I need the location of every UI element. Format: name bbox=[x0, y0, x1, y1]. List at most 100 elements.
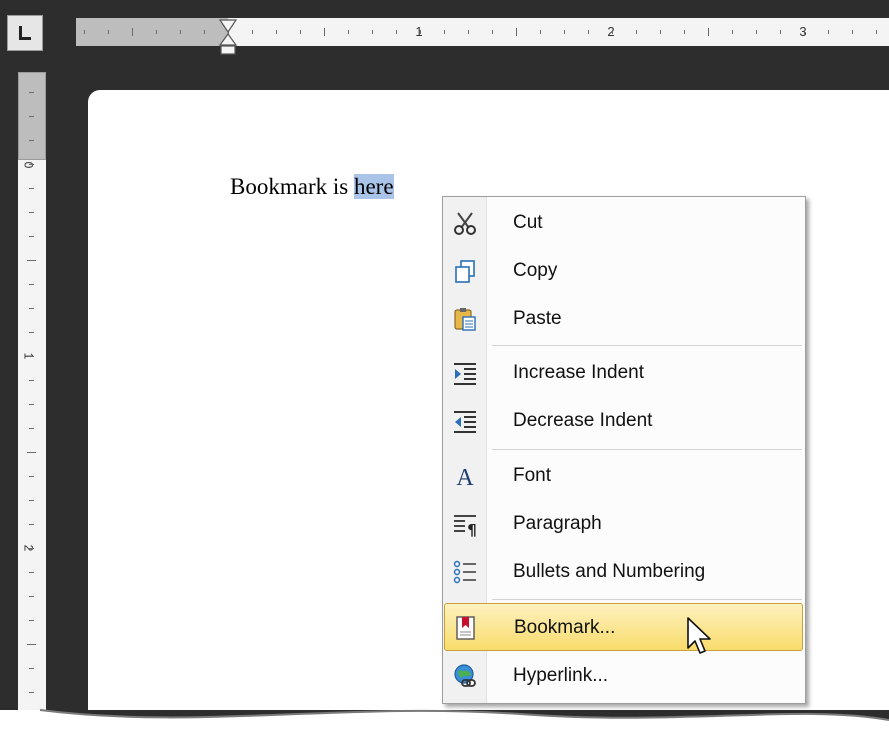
ruler-tick bbox=[492, 30, 493, 34]
ruler-tick bbox=[27, 452, 36, 453]
ruler-tick bbox=[444, 30, 445, 34]
svg-text:A: A bbox=[456, 465, 474, 489]
ruler-tick bbox=[468, 30, 469, 34]
menu-item-paste[interactable]: Paste bbox=[444, 295, 804, 343]
page-torn-edge bbox=[0, 709, 889, 741]
ruler-tick bbox=[29, 188, 34, 189]
indent-marker-icon[interactable] bbox=[218, 18, 238, 56]
increase-indent-icon bbox=[452, 360, 478, 386]
context-menu: Cut Copy Paste Increase Indent Decrease … bbox=[442, 196, 806, 704]
ruler-tick bbox=[852, 30, 853, 34]
ruler-tick bbox=[324, 28, 325, 36]
menu-item-paragraph[interactable]: ¶ Paragraph bbox=[444, 500, 804, 548]
menu-item-label: Bullets and Numbering bbox=[513, 561, 706, 582]
ruler-number: 1 bbox=[415, 24, 423, 39]
hyperlink-icon bbox=[452, 663, 478, 689]
ruler-tick bbox=[636, 30, 637, 34]
ruler-tick bbox=[29, 404, 34, 405]
ruler-tick bbox=[29, 140, 34, 141]
ruler-number: 2 bbox=[607, 24, 615, 39]
menu-item-font[interactable]: A Font bbox=[444, 452, 804, 500]
ruler-tick bbox=[29, 164, 34, 165]
mouse-pointer-icon bbox=[687, 617, 711, 654]
menu-item-cut[interactable]: Cut bbox=[444, 199, 804, 247]
ruler-tick bbox=[540, 30, 541, 34]
ruler-tick bbox=[588, 30, 589, 34]
paragraph-icon: ¶ bbox=[452, 511, 478, 537]
menu-item-increase-indent[interactable]: Increase Indent bbox=[444, 349, 804, 397]
ruler-tick bbox=[348, 30, 349, 34]
menu-item-bookmark[interactable]: Bookmark... bbox=[444, 603, 803, 651]
text-before-selection[interactable]: Bookmark is bbox=[230, 174, 354, 199]
menu-item-label: Font bbox=[513, 465, 552, 486]
ruler-tick bbox=[756, 30, 757, 34]
ruler-tick bbox=[516, 28, 517, 36]
ruler-tick bbox=[29, 476, 34, 477]
ruler-tick bbox=[84, 30, 85, 34]
menu-separator bbox=[492, 345, 802, 346]
ruler-tick bbox=[180, 30, 181, 34]
menu-item-bullets-and-numbering[interactable]: Bullets and Numbering bbox=[444, 548, 804, 596]
ruler-tick bbox=[396, 30, 397, 34]
menu-item-decrease-indent[interactable]: Decrease Indent bbox=[444, 397, 804, 445]
ruler-tick bbox=[29, 500, 34, 501]
menu-item-label: Increase Indent bbox=[513, 362, 644, 383]
ruler-text-area bbox=[228, 18, 889, 46]
ruler-left-margin bbox=[76, 18, 228, 46]
menu-separator bbox=[492, 449, 802, 450]
ruler-tick bbox=[372, 30, 373, 34]
tab-selector-button[interactable] bbox=[7, 15, 43, 51]
ruler-tick bbox=[876, 30, 877, 34]
decrease-indent-icon bbox=[452, 408, 478, 434]
document-text[interactable]: Bookmark is here bbox=[230, 171, 394, 203]
ruler-tick bbox=[29, 308, 34, 309]
ruler-tick bbox=[29, 92, 34, 93]
ruler-tick bbox=[29, 620, 34, 621]
ruler-tick bbox=[29, 548, 34, 549]
menu-item-label: Hyperlink... bbox=[513, 665, 609, 686]
menu-item-label: Bookmark... bbox=[514, 617, 616, 638]
ruler-tick bbox=[29, 212, 34, 213]
ruler-tick bbox=[29, 668, 34, 669]
ruler-tick bbox=[684, 30, 685, 34]
ruler-tick bbox=[29, 356, 34, 357]
ruler-tick bbox=[132, 28, 133, 36]
left-tab-icon bbox=[19, 26, 31, 40]
ruler-tick bbox=[204, 30, 205, 34]
menu-item-label: Copy bbox=[513, 260, 558, 281]
paste-icon bbox=[452, 306, 478, 332]
menu-separator bbox=[492, 599, 802, 600]
horizontal-ruler[interactable]: 1 2 3 bbox=[76, 18, 889, 46]
ruler-tick bbox=[252, 30, 253, 34]
ruler-tick bbox=[708, 28, 709, 36]
scissors-icon bbox=[452, 210, 478, 236]
ruler-tick bbox=[27, 644, 36, 645]
selected-text[interactable]: here bbox=[353, 174, 394, 199]
ruler-tick bbox=[108, 30, 109, 34]
menu-item-copy[interactable]: Copy bbox=[444, 247, 804, 295]
ruler-tick bbox=[828, 30, 829, 34]
menu-item-label: Decrease Indent bbox=[513, 410, 653, 431]
vertical-ruler[interactable]: 0 1 2 bbox=[18, 72, 46, 741]
menu-item-label: Paste bbox=[513, 308, 562, 329]
copy-icon bbox=[452, 258, 478, 284]
ruler-tick bbox=[300, 30, 301, 34]
ruler-tick bbox=[29, 116, 34, 117]
ruler-number: 3 bbox=[799, 24, 807, 39]
svg-text:¶: ¶ bbox=[467, 521, 477, 537]
ruler-tick bbox=[29, 380, 34, 381]
ruler-tick bbox=[27, 260, 36, 261]
ruler-tick bbox=[276, 30, 277, 34]
menu-item-hyperlink[interactable]: Hyperlink... bbox=[444, 652, 804, 700]
ruler-tick bbox=[804, 30, 805, 34]
ruler-tick bbox=[29, 524, 34, 525]
ruler-tick bbox=[156, 30, 157, 34]
ruler-tick bbox=[29, 596, 34, 597]
menu-item-label: Paragraph bbox=[513, 513, 602, 534]
ruler-tick bbox=[29, 572, 34, 573]
menu-item-label: Cut bbox=[513, 212, 543, 233]
ruler-tick bbox=[660, 30, 661, 34]
ruler-tick bbox=[732, 30, 733, 34]
ruler-tick bbox=[29, 692, 34, 693]
ruler-tick bbox=[29, 236, 34, 237]
